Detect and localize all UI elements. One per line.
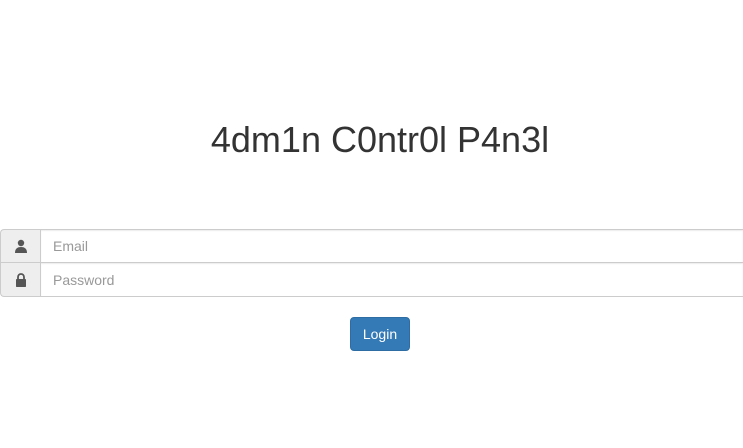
- lock-icon: [0, 263, 40, 297]
- page-title: 4dm1n C0ntr0l P4n3l: [210, 119, 550, 160]
- user-icon: [0, 229, 40, 263]
- email-field[interactable]: [40, 229, 743, 263]
- login-button[interactable]: Login: [350, 317, 410, 351]
- email-input-group: [0, 229, 743, 263]
- password-input-group: [0, 263, 743, 297]
- login-page: 4dm1n C0ntr0l P4n3l Login: [0, 0, 743, 448]
- password-field[interactable]: [40, 263, 743, 297]
